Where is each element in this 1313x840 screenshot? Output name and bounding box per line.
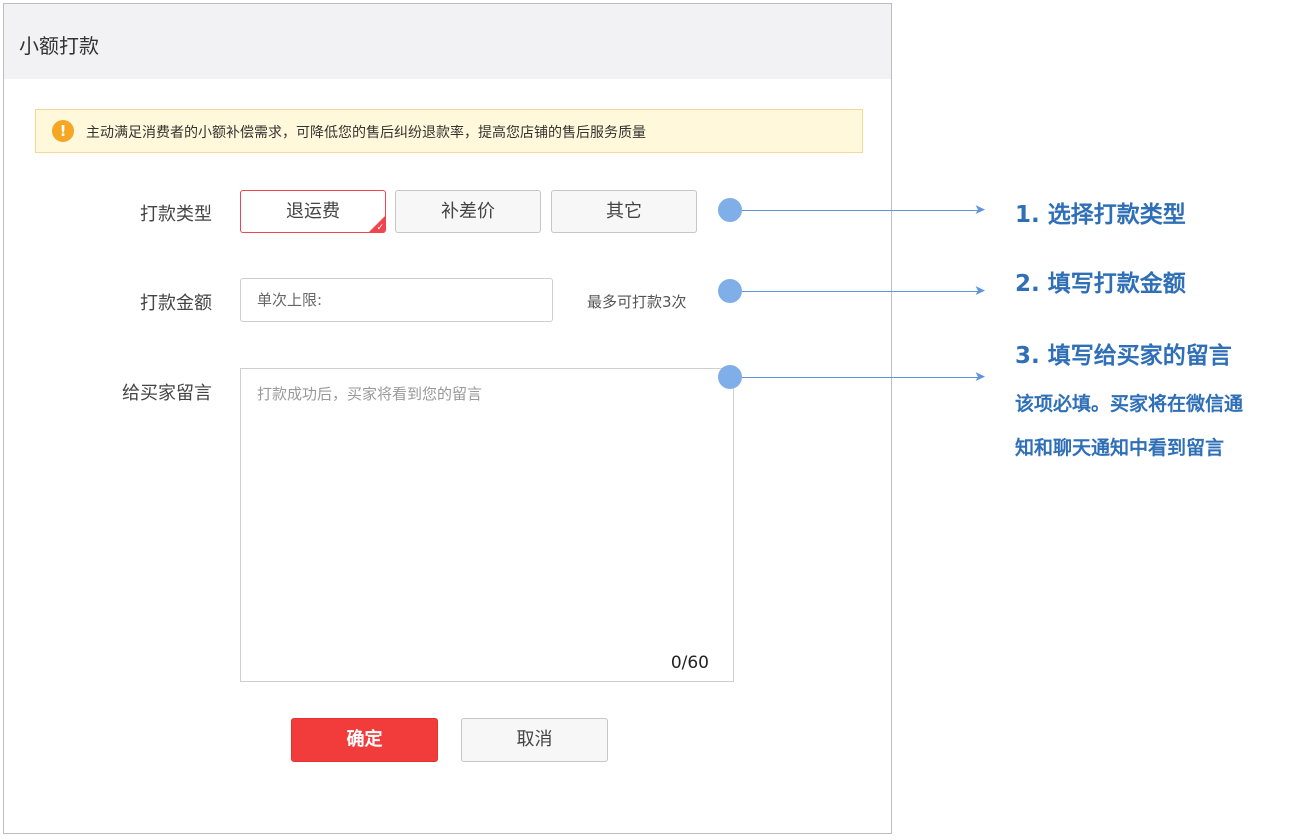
type-option-label: 退运费	[286, 201, 340, 222]
annotation-step-1: 1. 选择打款类型	[1015, 202, 1186, 228]
type-option-price-difference[interactable]: 补差价	[395, 190, 541, 233]
warning-circle-icon: !	[52, 120, 74, 142]
notice-text: 主动满足消费者的小额补偿需求，可降低您的售后纠纷退款率，提高您店铺的售后服务质量	[86, 125, 646, 141]
annotation-line-2	[742, 291, 982, 292]
buyer-message-textarea[interactable]	[241, 369, 733, 681]
dialog-header: 小额打款	[4, 4, 891, 79]
annotation-step-3-desc-1: 该项必填。买家将在微信通	[1015, 393, 1244, 415]
check-mark-icon: ✓	[376, 223, 384, 233]
payment-type-label: 打款类型	[140, 204, 212, 225]
annotation-line-1	[742, 210, 982, 211]
notice-banner: ! 主动满足消费者的小额补偿需求，可降低您的售后纠纷退款率，提高您店铺的售后服务…	[35, 109, 863, 153]
arrow-right-icon: ➤	[974, 369, 986, 385]
type-option-label: 补差价	[441, 201, 495, 222]
annotation-line-3	[742, 377, 982, 378]
buyer-message-label: 给买家留言	[122, 383, 212, 404]
dialog-title: 小额打款	[19, 34, 99, 58]
type-option-label: 其它	[606, 201, 642, 222]
type-option-other[interactable]: 其它	[551, 190, 697, 233]
cancel-button[interactable]: 取消	[461, 718, 608, 762]
arrow-right-icon: ➤	[974, 202, 986, 218]
arrow-right-icon: ➤	[974, 283, 986, 299]
annotation-dot-2	[718, 279, 742, 303]
type-option-refund-shipping[interactable]: 退运费 ✓	[240, 190, 386, 233]
annotation-dot-3	[718, 365, 742, 389]
payment-amount-label: 打款金额	[140, 293, 212, 314]
confirm-button[interactable]: 确定	[291, 718, 438, 762]
annotation-step-3-desc-2: 知和聊天通知中看到留言	[1015, 437, 1225, 459]
message-char-count: 0/60	[670, 653, 709, 673]
amount-limit-hint: 最多可打款3次	[587, 293, 687, 311]
annotation-step-3: 3. 填写给买家的留言	[1015, 343, 1232, 369]
buyer-message-box: 0/60	[240, 368, 734, 682]
annotation-dot-1	[718, 198, 742, 222]
annotation-step-2: 2. 填写打款金额	[1015, 271, 1186, 297]
payment-amount-input[interactable]	[240, 278, 553, 322]
small-payment-dialog: 小额打款 ! 主动满足消费者的小额补偿需求，可降低您的售后纠纷退款率，提高您店铺…	[3, 3, 892, 834]
